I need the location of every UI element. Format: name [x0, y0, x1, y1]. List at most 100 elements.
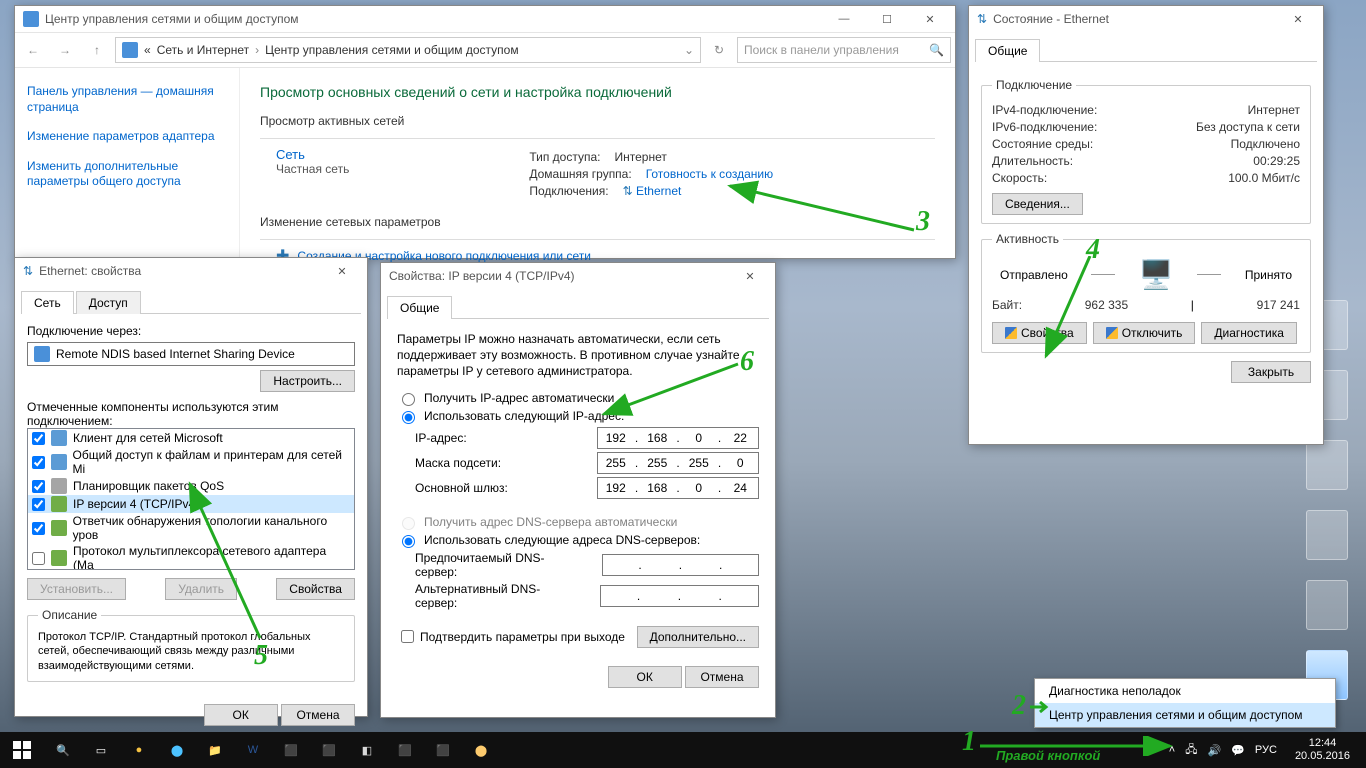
search-input[interactable]: Поиск в панели управления🔍: [737, 37, 951, 63]
network-type: Частная сеть: [276, 162, 349, 176]
tab-sharing[interactable]: Доступ: [76, 291, 141, 314]
taskbar-app-icon[interactable]: W: [237, 734, 269, 766]
up-button[interactable]: ↑: [83, 36, 111, 64]
taskbar-app-icon[interactable]: ⬛: [427, 734, 459, 766]
desktop-file-icon[interactable]: [1306, 440, 1348, 490]
ethernet-link[interactable]: ⇅ Ethernet: [623, 184, 682, 198]
section-label: Просмотр активных сетей: [260, 114, 935, 128]
tray-clock[interactable]: 12:4420.05.2016: [1287, 737, 1358, 763]
tray-context-menu: Диагностика неполадок Центр управления с…: [1034, 678, 1336, 728]
window-title: Свойства: IP версии 4 (TCP/IPv4): [389, 269, 575, 283]
preferred-dns-input[interactable]: ...: [602, 554, 759, 576]
homegroup-link[interactable]: Готовность к созданию: [646, 167, 773, 181]
tray-language[interactable]: РУС: [1255, 744, 1277, 756]
intro-text: Параметры IP можно назначать автоматичес…: [397, 331, 759, 380]
network-sharing-center-window: Центр управления сетями и общим доступом…: [14, 5, 956, 259]
refresh-button[interactable]: ↻: [705, 36, 733, 64]
configure-button[interactable]: Настроить...: [260, 370, 355, 392]
start-button[interactable]: [0, 732, 44, 768]
sharing-settings-link[interactable]: Изменить дополнительные параметры общего…: [27, 159, 227, 190]
address-bar[interactable]: « Сеть и Интернет › Центр управления сет…: [115, 37, 701, 63]
window-title: Состояние - Ethernet: [993, 12, 1109, 26]
ok-button[interactable]: ОК: [608, 666, 682, 688]
alternate-dns-input[interactable]: ...: [600, 585, 759, 607]
annotation-number: 3: [916, 206, 930, 238]
auto-ip-radio[interactable]: [402, 393, 415, 406]
cancel-button[interactable]: Отмена: [685, 666, 759, 688]
computer-icon: 🖥️: [1139, 258, 1174, 291]
ip-address-input[interactable]: 192.168.0.22: [597, 427, 759, 449]
tab-general[interactable]: Общие: [975, 39, 1040, 62]
tray-chevron-icon[interactable]: ˄: [1169, 744, 1175, 756]
taskbar-app-icon[interactable]: ⬤: [161, 734, 193, 766]
ok-button[interactable]: ОК: [204, 704, 278, 726]
install-button[interactable]: Установить...: [27, 578, 126, 600]
adapter-icon: [34, 346, 50, 362]
close-dialog-button[interactable]: Закрыть: [1231, 361, 1311, 383]
search-icon[interactable]: 🔍: [47, 734, 79, 766]
taskbar-app-icon[interactable]: ⬛: [275, 734, 307, 766]
titlebar[interactable]: ⇅Состояние - Ethernet ✕: [969, 6, 1323, 32]
validate-checkbox[interactable]: Подтвердить параметры при выходе: [397, 629, 629, 645]
connect-using-label: Подключение через:: [27, 324, 355, 338]
cancel-button[interactable]: Отмена: [281, 704, 355, 726]
subnet-mask-input[interactable]: 255.255.255.0: [597, 452, 759, 474]
close-button[interactable]: ✕: [909, 8, 951, 30]
close-button[interactable]: ✕: [1277, 8, 1319, 30]
taskbar-app-icon[interactable]: 📁: [199, 734, 231, 766]
diagnose-button[interactable]: Диагностика: [1201, 322, 1297, 344]
disable-button[interactable]: Отключить: [1093, 322, 1196, 344]
components-list[interactable]: Клиент для сетей Microsoft Общий доступ …: [27, 428, 355, 570]
bytes-received: 917 241: [1257, 298, 1300, 312]
minimize-button[interactable]: —: [823, 8, 865, 30]
taskbar-app-icon[interactable]: ●: [123, 734, 155, 766]
titlebar[interactable]: ⇅Ethernet: свойства ✕: [15, 258, 367, 284]
tab-network[interactable]: Сеть: [21, 291, 74, 314]
advanced-button[interactable]: Дополнительно...: [637, 626, 759, 648]
titlebar[interactable]: Центр управления сетями и общим доступом…: [15, 6, 955, 32]
taskbar-app-icon[interactable]: ⬤: [465, 734, 497, 766]
location-icon: [122, 42, 138, 58]
taskbar-app-icon[interactable]: ◧: [351, 734, 383, 766]
manual-dns-radio[interactable]: [402, 535, 415, 548]
gateway-input[interactable]: 192.168.0.24: [597, 477, 759, 499]
tray-network-icon[interactable]: 🖧: [1185, 741, 1197, 760]
bytes-sent: 962 335: [1085, 298, 1128, 312]
annotation-number: 1: [962, 726, 976, 758]
titlebar[interactable]: Свойства: IP версии 4 (TCP/IPv4) ✕: [381, 263, 775, 289]
details-button[interactable]: Сведения...: [992, 193, 1083, 215]
maximize-button[interactable]: ☐: [866, 8, 908, 30]
tray-volume-icon[interactable]: 🔊: [1208, 744, 1222, 757]
window-title: Центр управления сетями и общим доступом: [45, 12, 299, 26]
manual-ip-radio[interactable]: [402, 411, 415, 424]
back-button[interactable]: ←: [19, 36, 47, 64]
close-button[interactable]: ✕: [321, 260, 363, 282]
close-button[interactable]: ✕: [729, 265, 771, 287]
breadcrumb[interactable]: Сеть и Интернет: [157, 43, 249, 57]
home-link[interactable]: Панель управления — домашняя страница: [27, 84, 227, 115]
uninstall-button[interactable]: Удалить: [165, 578, 237, 600]
description-group: Описание Протокол TCP/IP. Стандартный пр…: [27, 608, 355, 682]
breadcrumb[interactable]: Центр управления сетями и общим доступом: [265, 43, 519, 57]
task-view-icon[interactable]: ▭: [85, 734, 117, 766]
desktop-file-icon[interactable]: [1306, 510, 1348, 560]
desktop-file-icon[interactable]: [1306, 580, 1348, 630]
tab-general[interactable]: Общие: [387, 296, 452, 319]
component-properties-button[interactable]: Свойства: [276, 578, 355, 600]
annotation-number: 4: [1086, 234, 1100, 266]
component-icon: [51, 550, 67, 566]
activity-group: Активность Отправлено 🖥️ Принято Байт:96…: [981, 232, 1311, 353]
menu-item-troubleshoot[interactable]: Диагностика неполадок: [1035, 679, 1335, 703]
tray-action-center-icon[interactable]: 💬: [1231, 744, 1245, 757]
taskbar-app-icon[interactable]: ⬛: [389, 734, 421, 766]
main-panel: Просмотр основных сведений о сети и наст…: [240, 68, 955, 260]
annotation-number: 5: [254, 640, 268, 672]
properties-button[interactable]: Свойства: [992, 322, 1087, 344]
menu-item-open-nsc[interactable]: Центр управления сетями и общим доступом: [1035, 703, 1335, 727]
forward-button[interactable]: →: [51, 36, 79, 64]
nav-bar: ← → ↑ « Сеть и Интернет › Центр управлен…: [15, 32, 955, 68]
component-icon: [51, 430, 67, 446]
side-panel: Панель управления — домашняя страница Из…: [15, 68, 240, 260]
adapter-settings-link[interactable]: Изменение параметров адаптера: [27, 129, 227, 145]
taskbar-app-icon[interactable]: ⬛: [313, 734, 345, 766]
